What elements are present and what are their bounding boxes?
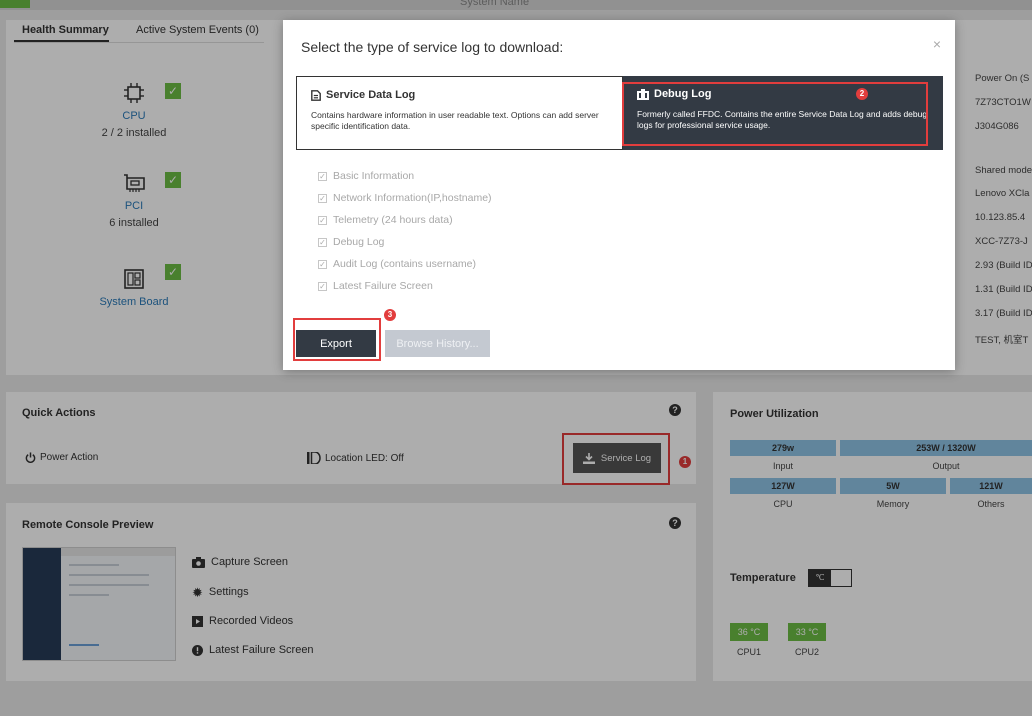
debug-log-highlight <box>622 82 928 146</box>
checkbox-checked-icon: ✓ <box>318 281 327 291</box>
checkbox-checked-icon: ✓ <box>318 215 327 225</box>
option-telemetry: ✓ Telemetry (24 hours data) <box>318 209 492 231</box>
service-data-log-option[interactable]: Service Data Log Contains hardware infor… <box>296 76 623 150</box>
checkbox-checked-icon: ✓ <box>318 237 327 247</box>
checkbox-label: Network Information(IP,hostname) <box>333 192 492 204</box>
option-latest-failure-screen: ✓ Latest Failure Screen <box>318 275 492 297</box>
checkbox-checked-icon: ✓ <box>318 193 327 203</box>
checkbox-checked-icon: ✓ <box>318 171 327 181</box>
browse-history-button[interactable]: Browse History... <box>385 330 490 357</box>
option-debug-log: ✓ Debug Log <box>318 231 492 253</box>
option-audit-log: ✓ Audit Log (contains username) <box>318 253 492 275</box>
step-badge-2: 2 <box>856 88 868 100</box>
checkbox-label: Latest Failure Screen <box>333 280 433 292</box>
option-basic-information: ✓ Basic Information <box>318 165 492 187</box>
document-icon <box>311 89 321 101</box>
close-icon[interactable]: × <box>933 36 941 52</box>
checkbox-label: Basic Information <box>333 170 415 182</box>
dialog-title: Select the type of service log to downlo… <box>301 39 564 55</box>
step-badge-3: 3 <box>384 309 396 321</box>
option-network-information: ✓ Network Information(IP,hostname) <box>318 187 492 209</box>
service-data-log-title: Service Data Log <box>326 89 416 101</box>
checkbox-label: Debug Log <box>333 236 385 248</box>
checkbox-label: Audit Log (contains username) <box>333 258 476 270</box>
service-data-log-desc: Contains hardware information in user re… <box>311 110 599 131</box>
checkbox-label: Telemetry (24 hours data) <box>333 214 453 226</box>
export-highlight <box>293 318 381 361</box>
checkbox-checked-icon: ✓ <box>318 259 327 269</box>
log-options-checklist: ✓ Basic Information ✓ Network Information(… <box>318 165 492 297</box>
